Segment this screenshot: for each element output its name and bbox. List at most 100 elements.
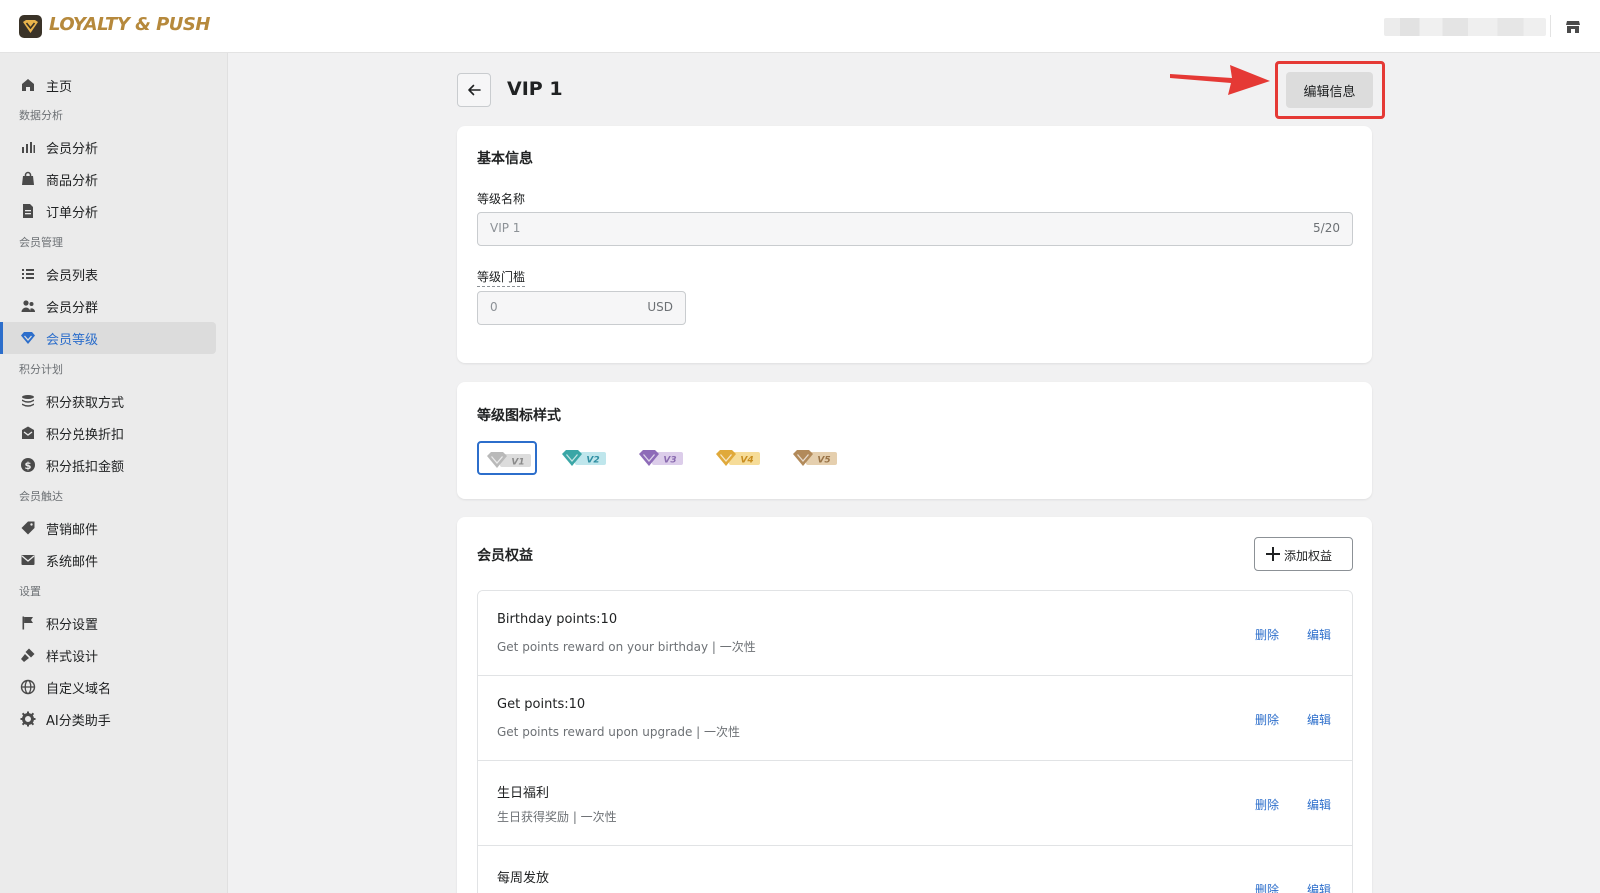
delete-benefit-button[interactable]: 删除 <box>1255 711 1279 728</box>
store-icon[interactable] <box>1564 18 1582 36</box>
sidebar-item-member-list[interactable]: 会员列表 <box>0 258 216 290</box>
tier-icon-style-title: 等级图标样式 <box>477 408 561 424</box>
benefit-title: 生日福利 <box>497 786 550 801</box>
add-benefit-button[interactable]: 添加权益 <box>1254 537 1353 571</box>
sidebar-section-points: 积分计划 <box>19 363 63 376</box>
sidebar-item-label: 主页 <box>46 80 73 95</box>
tier-icon-option[interactable]: V4 <box>708 441 768 475</box>
edit-benefit-button[interactable]: 编辑 <box>1307 711 1331 728</box>
back-button[interactable] <box>457 73 491 107</box>
sidebar-item-label: 会员分析 <box>46 142 99 157</box>
sidebar-section-analytics: 数据分析 <box>19 109 63 122</box>
sidebar-item-points-settings[interactable]: 积分设置 <box>0 607 216 639</box>
document-icon <box>23 204 33 218</box>
benefit-title: 每周发放 <box>497 871 550 886</box>
edit-info-button[interactable]: 编辑信息 <box>1286 72 1373 108</box>
tier-threshold-label[interactable]: 等级门槛 <box>477 268 526 287</box>
account-name-redacted[interactable] <box>1384 18 1546 36</box>
delete-benefit-button[interactable]: 删除 <box>1255 626 1279 643</box>
tier-threshold-value: 0 <box>490 300 498 314</box>
tier-name-label: 等级名称 <box>477 192 526 206</box>
benefit-description: Get points reward upon upgrade | 一次性 <box>497 725 741 739</box>
edit-benefit-button[interactable]: 编辑 <box>1307 881 1331 893</box>
sidebar-item-label: AI分类助手 <box>46 714 111 729</box>
dollar-circle-icon: $ <box>21 458 35 472</box>
edit-benefit-button[interactable]: 编辑 <box>1307 626 1331 643</box>
tier-icon-option[interactable]: V3 <box>631 441 691 475</box>
svg-text:V3: V3 <box>663 456 676 466</box>
page-title: VIP 1 <box>507 78 563 100</box>
sidebar-item-label: 会员等级 <box>46 333 99 348</box>
basic-info-card: 基本信息 等级名称 VIP 1 5/20 等级门槛 0 USD <box>457 126 1372 363</box>
sidebar-item-system-email[interactable]: 系统邮件 <box>0 544 216 576</box>
sidebar-item-ai-assistant[interactable]: AI分类助手 <box>0 703 216 735</box>
sidebar-item-order-analytics[interactable]: 订单分析 <box>0 195 216 227</box>
svg-text:V5: V5 <box>817 456 830 466</box>
sidebar-item-label: 自定义域名 <box>46 682 112 697</box>
member-benefits-card: 会员权益 添加权益 Birthday points:10 Get points r… <box>457 517 1372 893</box>
benefit-description: 生日获得奖励 | 一次性 <box>497 810 617 824</box>
diamond-badge-icon: V4 <box>716 450 760 466</box>
diamond-badge-icon: V3 <box>639 450 683 466</box>
benefit-description: Get points reward on your birthday | 一次性 <box>497 640 756 654</box>
sidebar-item-label: 积分获取方式 <box>46 396 125 411</box>
sidebar-item-points-redeem[interactable]: 积分兑换折扣 <box>0 417 216 449</box>
benefit-list: Birthday points:10 Get points reward on y… <box>477 590 1353 893</box>
svg-text:V1: V1 <box>511 458 524 468</box>
annotation-arrow-icon <box>1170 65 1270 95</box>
users-icon <box>21 300 36 312</box>
sidebar-item-custom-domain[interactable]: 自定义域名 <box>0 671 216 703</box>
edit-benefit-button[interactable]: 编辑 <box>1307 796 1331 813</box>
member-benefits-title: 会员权益 <box>477 548 533 564</box>
tier-threshold-input[interactable]: 0 USD <box>477 291 686 325</box>
delete-benefit-button[interactable]: 删除 <box>1255 881 1279 893</box>
sidebar-item-product-analytics[interactable]: 商品分析 <box>0 163 216 195</box>
sidebar-item-label: 会员分群 <box>46 301 99 316</box>
coins-stack-icon <box>22 395 34 407</box>
globe-icon <box>20 679 36 695</box>
sidebar-item-points-earning[interactable]: 积分获取方式 <box>0 385 216 417</box>
benefit-title: Get points:10 <box>497 697 586 712</box>
diamond-icon <box>21 332 35 344</box>
sidebar-item-marketing-email[interactable]: 营销邮件 <box>0 512 216 544</box>
sidebar-section-reach: 会员触达 <box>19 490 63 503</box>
tier-threshold-unit: USD <box>647 300 673 314</box>
gear-icon <box>20 711 36 727</box>
sidebar-item-label: 样式设计 <box>46 650 99 665</box>
divider <box>1550 15 1551 37</box>
sidebar-item-label: 积分兑换折扣 <box>46 428 125 443</box>
benefit-row: 生日福利生日获得奖励 | 一次性 删除 编辑 <box>478 761 1352 846</box>
sidebar-item-label: 系统邮件 <box>46 555 99 570</box>
top-bar: LOYALTY & PUSH <box>0 0 1600 53</box>
sidebar-item-label: 会员列表 <box>46 269 99 284</box>
brush-icon <box>21 648 35 662</box>
home-icon <box>22 79 34 91</box>
sidebar-item-style-design[interactable]: 样式设计 <box>0 639 216 671</box>
add-benefit-label: 添加权益 <box>1284 549 1333 563</box>
tag-icon <box>21 521 35 535</box>
benefit-row: 每周发放删除 编辑 <box>478 846 1352 893</box>
tier-icon-option[interactable]: V5 <box>785 441 845 475</box>
mail-icon <box>21 555 35 565</box>
tier-name-input[interactable]: VIP 1 5/20 <box>477 212 1353 246</box>
list-icon <box>22 269 34 279</box>
sidebar-item-label: 积分设置 <box>46 618 99 633</box>
benefit-title: Birthday points:10 <box>497 612 618 627</box>
sidebar-item-points-cash[interactable]: $ 积分抵扣金额 <box>0 449 216 481</box>
diamond-badge-icon: V5 <box>793 450 837 466</box>
bar-chart-icon <box>22 142 35 153</box>
delete-benefit-button[interactable]: 删除 <box>1255 796 1279 813</box>
flag-icon <box>22 616 33 630</box>
sidebar-item-home[interactable]: 主页 <box>0 69 216 101</box>
benefit-row: Birthday points:10 Get points reward on y… <box>478 591 1352 676</box>
sidebar-item-member-tiers[interactable]: 会员等级 <box>0 322 216 354</box>
tier-icon-option[interactable]: V1 <box>477 441 537 475</box>
app-brand-name: LOYALTY & PUSH <box>49 14 210 35</box>
shopping-bag-icon <box>22 171 34 185</box>
svg-text:$: $ <box>25 461 32 472</box>
sidebar-item-member-groups[interactable]: 会员分群 <box>0 290 216 322</box>
tier-icon-option[interactable]: V2 <box>554 441 614 475</box>
sidebar-item-label: 订单分析 <box>46 206 99 221</box>
sidebar-item-member-analytics[interactable]: 会员分析 <box>0 131 216 163</box>
app-logo-icon <box>19 15 42 38</box>
